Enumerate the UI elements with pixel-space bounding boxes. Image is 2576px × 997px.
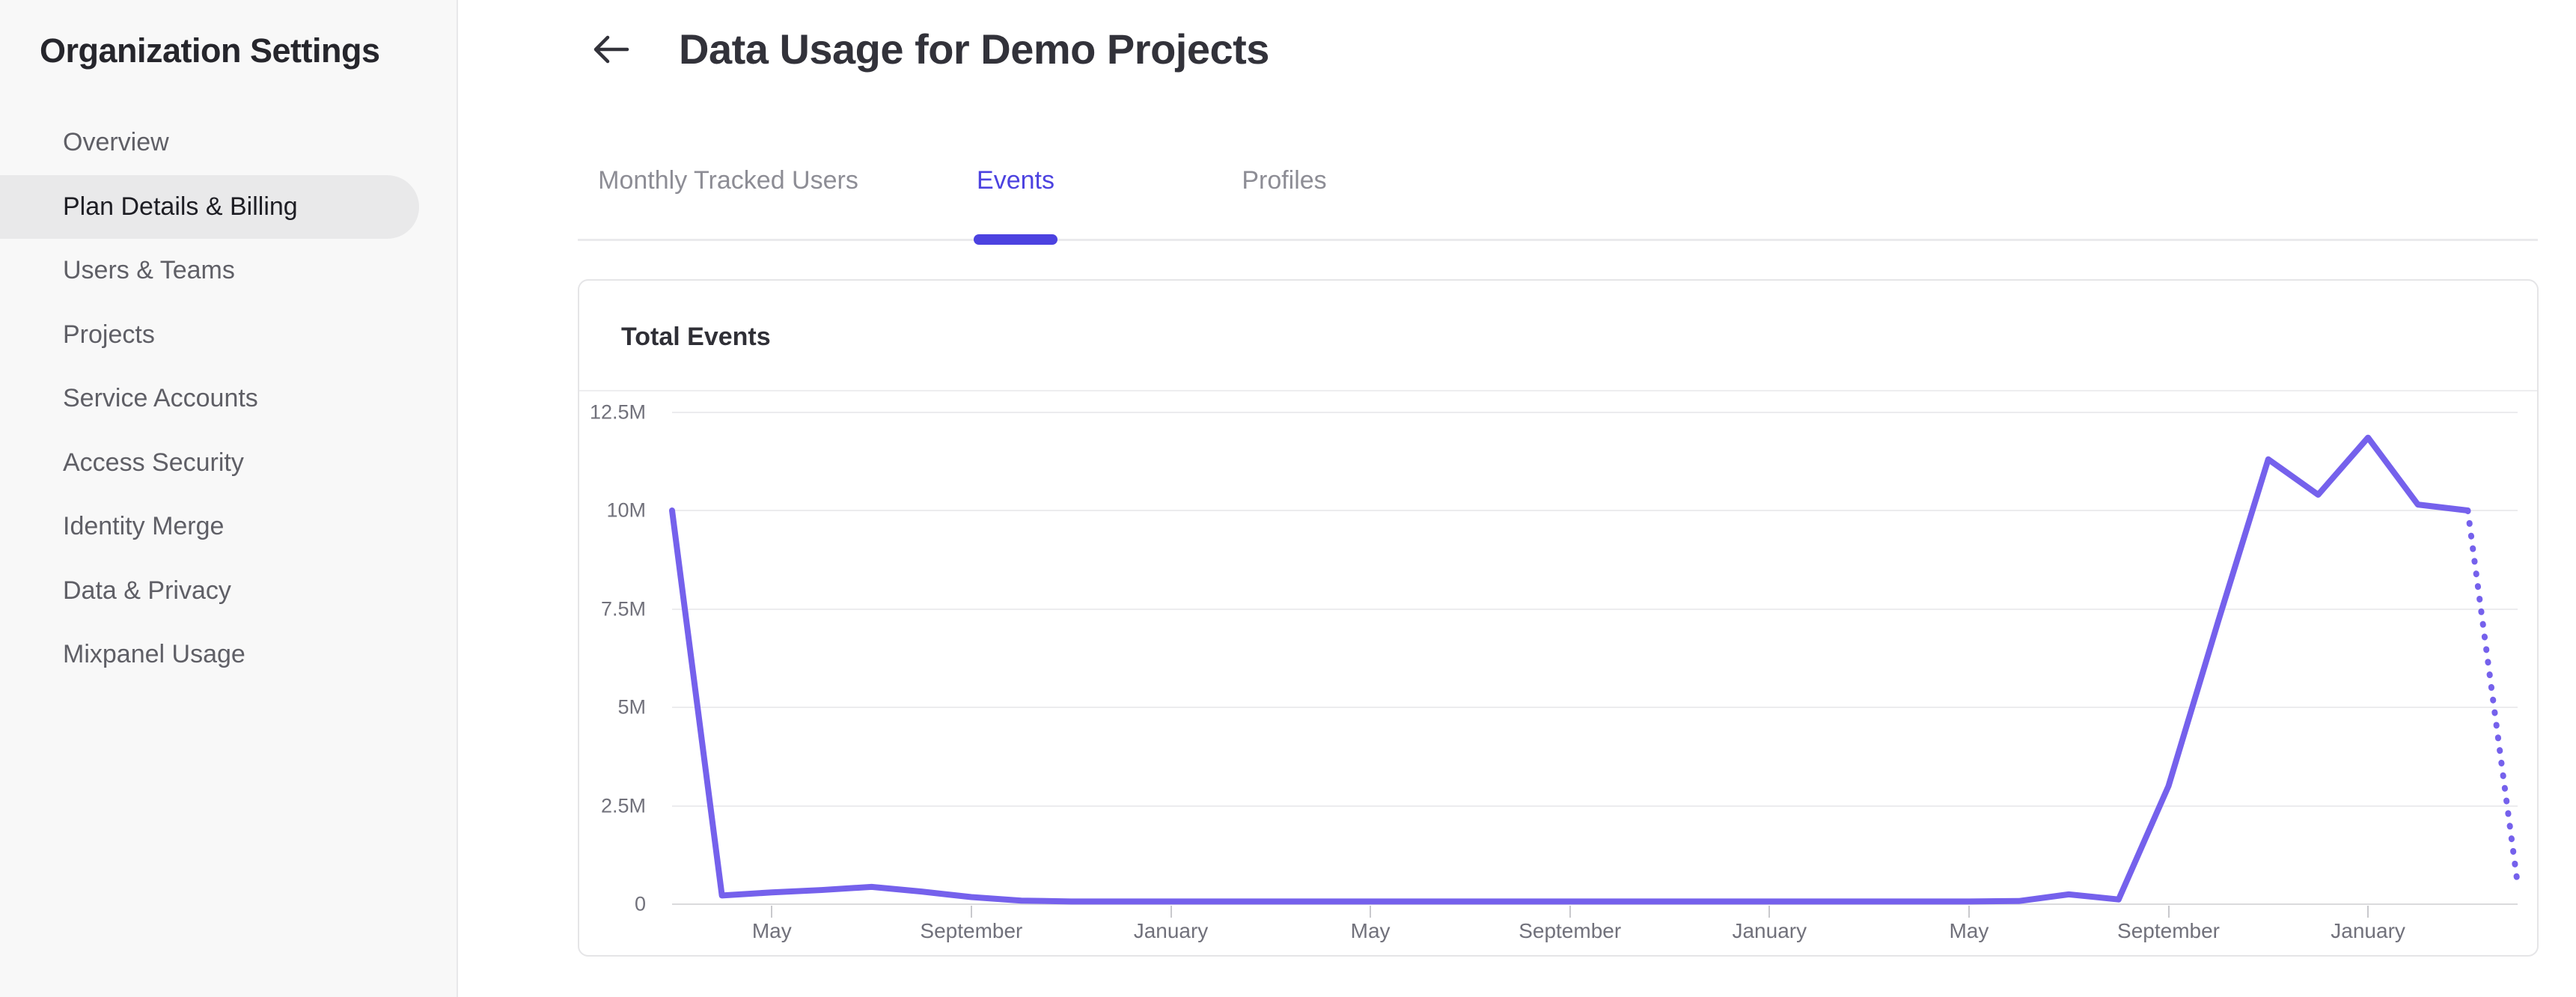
org-settings-page: Organization Settings Overview Plan Detai… [0, 0, 2576, 997]
events-line-solid [669, 434, 2471, 905]
events-line-projected [2464, 507, 2521, 888]
events-line-chart[interactable] [0, 0, 2576, 997]
